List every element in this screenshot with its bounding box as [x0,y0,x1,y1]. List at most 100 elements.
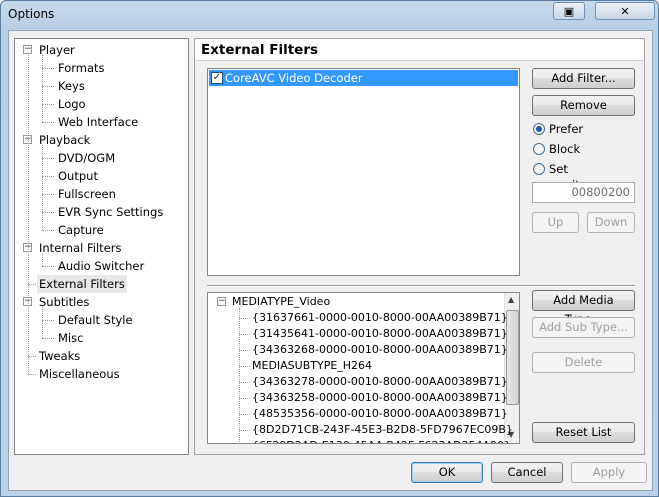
window-title: Options [8,7,55,21]
media-subtype-item[interactable]: {8D2D71CB-243F-45E3-B2D8-5FD7967EC09B} [252,422,513,438]
media-type-tree[interactable]: ▲ ▼ − MEDIATYPE_Video {31637661-0000-0010-… [207,292,520,444]
add-sub-type-button[interactable]: Add Sub Type... [532,317,635,338]
tree-item-formats[interactable]: Formats [56,59,107,77]
tree-item-label: Audio Switcher [58,259,145,273]
external-filters-panel: External Filters ✓ CoreAVC Video Decoder… [194,38,645,455]
tree-item-label: Capture [58,223,104,237]
restore-icon: ▣ [563,4,575,18]
media-subtype-item[interactable]: {6F29D2AD-E130-45AA-B42F-F623AD354A90} [252,438,511,443]
merit-field[interactable]: 00800200 [532,182,635,203]
tree-item-dvd-ogm[interactable]: DVD/OGM [56,149,117,167]
block-label: Block [549,142,581,156]
tree-connector [239,350,250,351]
tree-item-label: Misc [58,331,84,345]
tree-connector [42,122,54,123]
media-type-root[interactable]: MEDIATYPE_Video [232,294,330,310]
close-icon: ✕ [620,4,630,18]
prefer-label: Prefer [549,122,584,136]
filter-label: CoreAVC Video Decoder [225,71,363,85]
tree-item-evr-sync-settings[interactable]: EVR Sync Settings [56,203,165,221]
tree-connector [42,266,54,267]
set-merit-radio[interactable] [533,163,545,175]
prefer-radio[interactable] [533,123,545,135]
delete-button[interactable]: Delete [532,352,635,373]
collapse-icon[interactable]: − [217,297,226,306]
tree-connector [42,212,54,213]
tree-item-output[interactable]: Output [56,167,100,185]
filter-checkbox[interactable]: ✓ [211,72,223,84]
tree-item-audio-switcher[interactable]: Audio Switcher [56,257,146,275]
tree-connector [239,334,250,335]
tree-item-miscellaneous[interactable]: Miscellaneous [37,365,122,383]
restore-button[interactable]: ▣ [553,2,585,20]
tree-item-label: Playback [39,133,91,147]
tree-connector [42,320,54,321]
scroll-up-icon[interactable]: ▲ [508,295,514,304]
media-subtype-item[interactable]: {34363268-0000-0010-8000-00AA00389B71} [252,342,508,358]
tree-item-label: Fullscreen [58,187,116,201]
tree-item-web-interface[interactable]: Web Interface [56,113,140,131]
tree-item-label: EVR Sync Settings [58,205,164,219]
tree-item-capture[interactable]: Capture [56,221,106,239]
tree-item-misc[interactable]: Misc [56,329,85,347]
tree-connector [42,253,43,266]
tree-connector [28,374,36,375]
media-subtype-item[interactable]: MEDIASUBTYPE_H264 [252,358,372,374]
tree-connector [42,104,54,105]
tree-connector [239,398,250,399]
page-title: External Filters [195,39,644,61]
tree-connector [42,68,54,69]
section-divider [207,285,635,287]
tree-connector [42,194,54,195]
tree-item-external-filters[interactable]: External Filters [37,275,127,293]
tree-connector [42,158,54,159]
apply-button[interactable]: Apply [571,462,647,483]
media-subtype-item[interactable]: {31435641-0000-0010-8000-00AA00389B71} [252,326,508,342]
tree-item-label: DVD/OGM [58,151,116,165]
close-button[interactable]: ✕ [595,2,655,20]
remove-button[interactable]: Remove [532,95,635,116]
up-button[interactable]: Up [532,212,579,233]
tree-item-logo[interactable]: Logo [56,95,88,113]
media-subtype-item[interactable]: {34363278-0000-0010-8000-00AA00389B71} [252,374,508,390]
tree-connector [239,366,250,367]
tree-item-default-style[interactable]: Default Style [56,311,135,329]
tree-connector [42,230,54,231]
tree-item-label: Output [58,169,98,183]
scroll-thumb[interactable] [506,310,519,405]
tree-connector [42,86,54,87]
down-button[interactable]: Down [587,212,635,233]
tree-item-keys[interactable]: Keys [56,77,87,95]
cancel-button[interactable]: Cancel [491,462,563,483]
tree-item-tweaks[interactable]: Tweaks [37,347,82,365]
tree-item-label: Keys [58,79,85,93]
add-filter-button[interactable]: Add Filter... [532,68,635,89]
media-subtype-item[interactable]: {48535356-0000-0010-8000-00AA00389B71} [252,406,508,422]
add-media-type-button[interactable]: Add Media Type... [532,290,635,326]
reset-list-button[interactable]: Reset List [532,422,635,443]
tree-item-playback[interactable]: Playback [37,131,92,149]
tree-item-internal-filters[interactable]: Internal Filters [37,239,123,257]
tree-item-label: Web Interface [58,115,139,129]
tree-item-label: Subtitles [39,295,90,309]
tree-connector [42,176,54,177]
tree-connector [239,430,250,431]
tree-item-subtitles[interactable]: Subtitles [37,293,91,311]
media-subtype-item[interactable]: {34363258-0000-0010-8000-00AA00389B71} [252,390,508,406]
tree-item-fullscreen[interactable]: Fullscreen [56,185,118,203]
filter-item[interactable]: ✓ CoreAVC Video Decoder [209,70,518,86]
tree-item-label: External Filters [39,277,125,291]
tree-connector [42,307,43,338]
tree-connector [28,284,36,285]
options-window: Options ▣ ✕ Player − Formats Keys Logo Web In… [0,0,659,497]
tree-connector [42,55,43,122]
filter-list[interactable]: ✓ CoreAVC Video Decoder [207,68,520,276]
block-radio[interactable] [533,143,545,155]
options-tree[interactable]: Player − Formats Keys Logo Web Interface Playb… [14,38,189,455]
media-subtype-item[interactable]: {31637661-0000-0010-8000-00AA00389B71} [252,310,508,326]
ok-button[interactable]: OK [411,462,483,483]
tree-item-label: Formats [58,61,105,75]
tree-connector [42,338,54,339]
tree-item-label: Default Style [58,313,133,327]
collapse-icon[interactable]: − [23,45,32,54]
